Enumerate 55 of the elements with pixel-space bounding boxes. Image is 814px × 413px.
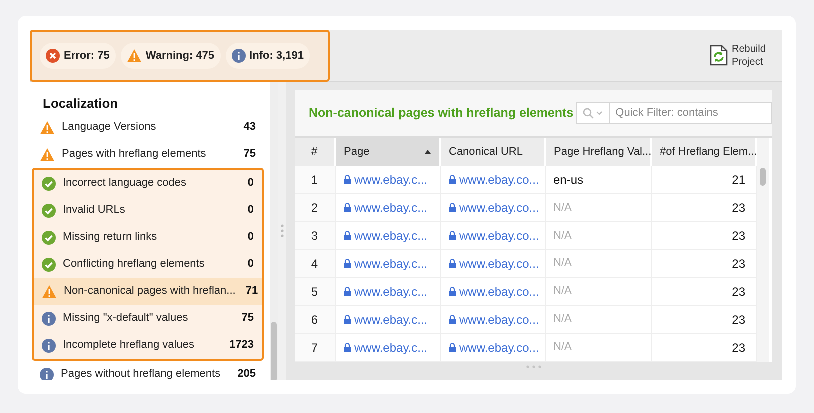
status-filter-button[interactable]: Info: 3,191 [226,42,310,68]
url-link[interactable]: www.ebay.co... [460,226,540,245]
url-link[interactable]: www.ebay.c... [354,338,428,357]
table-cell: 23 [651,306,756,334]
sidebar-item[interactable]: Language Versions 43 [32,114,270,141]
url-link[interactable]: www.ebay.co... [460,254,540,273]
url-link[interactable]: www.ebay.c... [354,310,428,329]
row-number: 2 [295,194,335,222]
url-link[interactable]: www.ebay.co... [460,310,540,329]
sidebar-item[interactable]: Invalid URLs 0 [34,197,262,224]
sidebar-item[interactable]: Incorrect language codes 0 [34,170,262,197]
url-link[interactable]: www.ebay.c... [354,198,428,217]
url-link[interactable]: www.ebay.co... [460,198,540,217]
sidebar-title: Localization [42,95,120,113]
table-cell: 23 [651,278,756,306]
column-header[interactable]: Page [335,138,440,166]
url-link[interactable]: www.ebay.co... [460,338,540,357]
table-cell: N/A [545,250,651,278]
table-cell: N/A [545,334,651,362]
sidebar-item[interactable]: Incomplete hreflang values 1723 [34,332,262,359]
sidebar-item[interactable]: Missing "x-default" values 75 [34,305,262,332]
row-number: 4 [295,250,335,278]
url-link[interactable]: www.ebay.co... [460,282,540,301]
table-cell: N/A [545,278,651,306]
url-link[interactable]: www.ebay.c... [354,254,428,273]
url-link[interactable]: www.ebay.c... [354,282,428,301]
table-cell: N/A [545,306,651,334]
url-link[interactable]: www.ebay.co... [460,170,540,189]
row-number: 7 [295,334,335,362]
sidebar-item[interactable]: Missing return links 0 [34,224,262,251]
table-cell: 21 [651,166,756,194]
table-cell: 23 [651,250,756,278]
table-cell: N/A [545,194,651,222]
row-number: 6 [295,306,335,334]
column-header[interactable]: Canonical URL [440,138,545,166]
status-filter-button[interactable]: Warning: 475 [120,42,221,68]
row-number: 5 [295,278,335,306]
sidebar-item[interactable]: Non-canonical pages with hreflan... 71 [34,278,262,305]
table-cell: N/A [545,222,651,250]
report-title: Non-canonical pages with hreflang elements [308,104,575,122]
sidebar-item[interactable]: Pages without hreflang elements 205 [32,361,270,380]
table-cell: 23 [651,334,756,362]
table-cell: en-us [545,166,651,194]
sidebar-item[interactable]: Pages with hreflang elements 75 [32,141,270,168]
table-cell: 23 [651,194,756,222]
row-number: 3 [295,222,335,250]
url-link[interactable]: www.ebay.c... [354,170,428,189]
row-number: 1 [295,166,335,194]
table-cell: 23 [651,222,756,250]
url-link[interactable]: www.ebay.c... [354,226,428,245]
sidebar-item[interactable]: Conflicting hreflang elements 0 [34,251,262,278]
rebuild-project-button[interactable]: Rebuild Project [710,42,766,68]
quick-filter-field[interactable]: Quick Filter: contains [610,102,772,124]
column-header[interactable]: Page Hreflang Val... [545,138,651,166]
status-filter-button[interactable]: Error: 75 [40,42,116,68]
